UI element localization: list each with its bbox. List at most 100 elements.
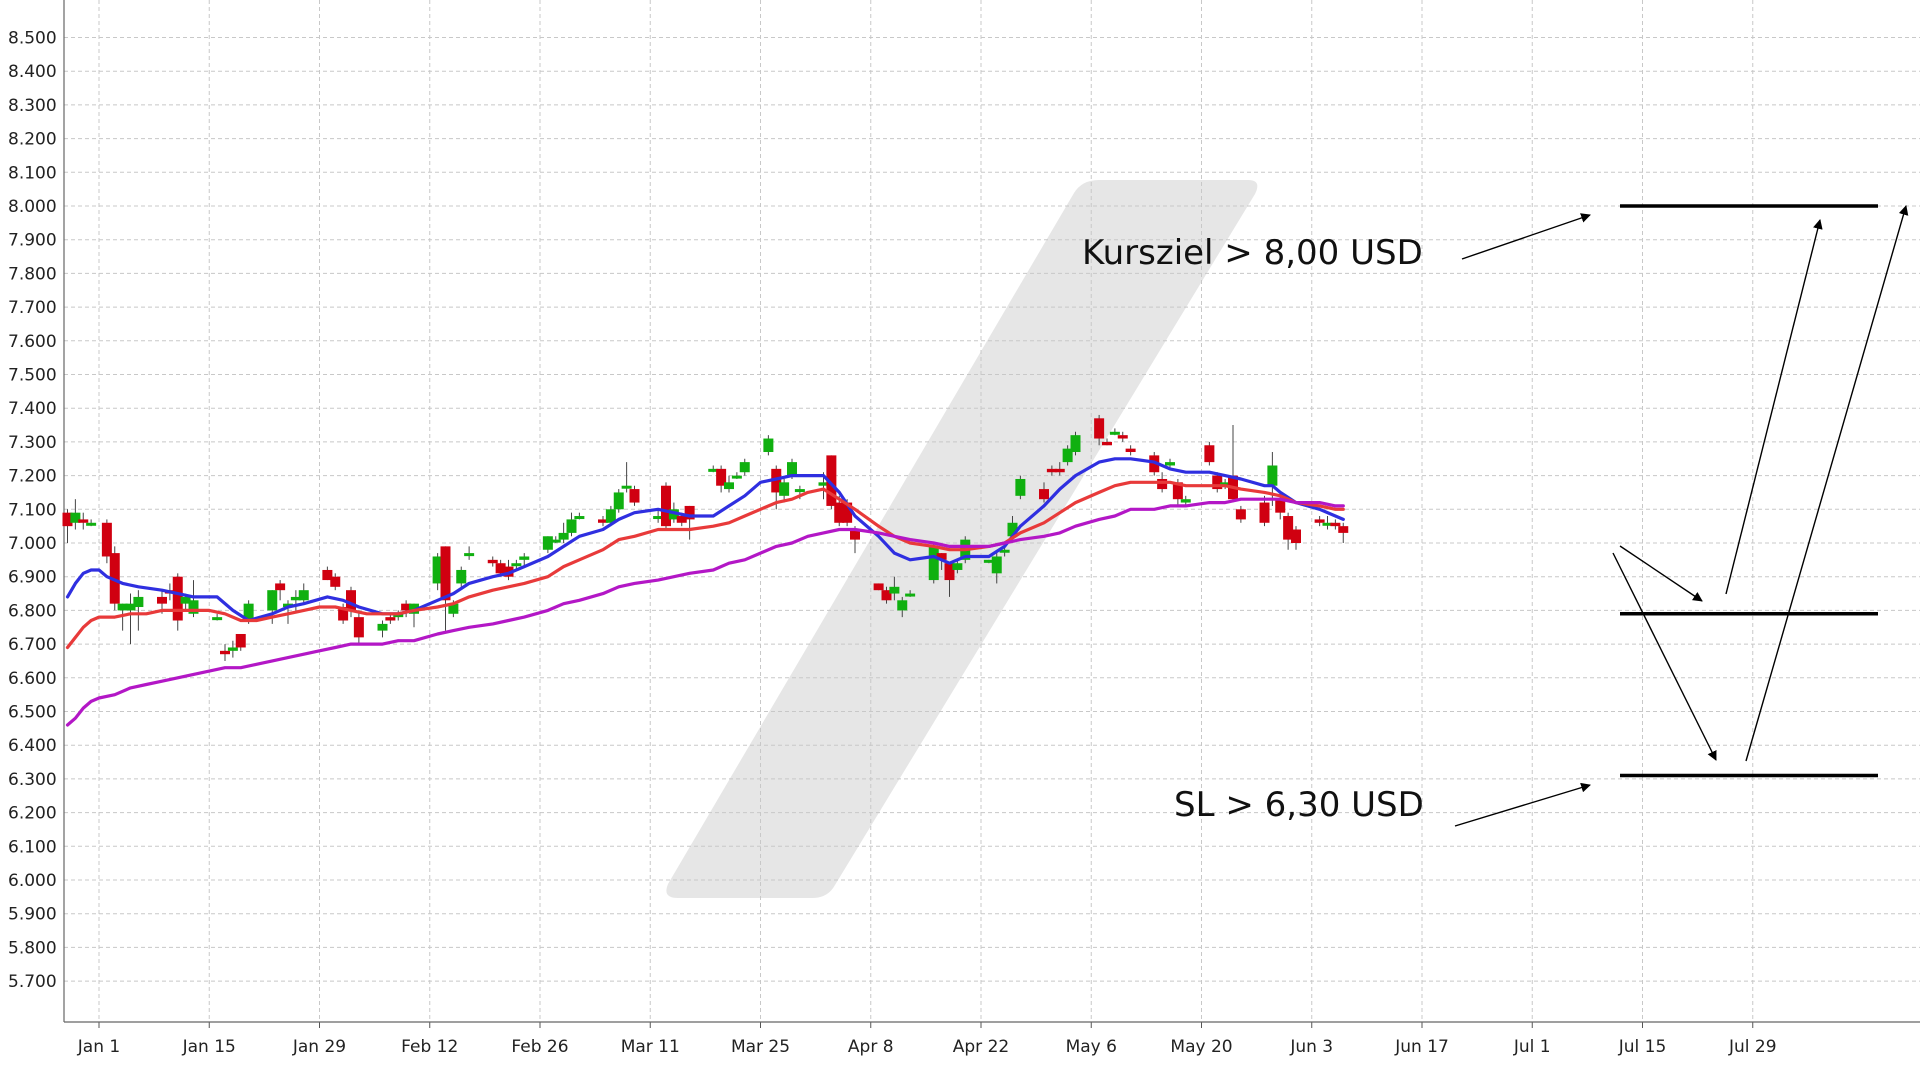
candle-body	[1117, 435, 1128, 439]
y-tick-label: 6.200	[8, 804, 57, 824]
price-level-lines	[1620, 204, 1878, 778]
candle-down	[1125, 445, 1136, 456]
candle-body	[330, 576, 341, 587]
candle-up	[456, 566, 467, 587]
target-label: Kursziel > 8,00 USD	[1082, 233, 1423, 273]
candle-body	[574, 516, 585, 520]
candle-body	[1165, 462, 1175, 466]
candle-down	[629, 485, 640, 506]
y-tick-label: 6.100	[8, 837, 57, 857]
candle-body	[212, 617, 223, 621]
candle-down	[1291, 526, 1301, 550]
x-tick-label: Apr 22	[953, 1037, 1009, 1057]
candle-body	[905, 593, 916, 597]
candle-body	[464, 553, 475, 557]
x-tick-label: Jan 1	[77, 1037, 120, 1057]
candle-body	[440, 546, 451, 601]
arrow-to-target-label	[1461, 213, 1591, 260]
candle-body	[1054, 468, 1065, 473]
price-chart: 5.700 5.800 5.900 6.000 6.100 6.200 6.300 6.400…	[0, 0, 1920, 1080]
candle-body	[731, 475, 742, 479]
candle-body	[1157, 478, 1168, 490]
arrow-mid-to-target	[1725, 219, 1823, 595]
candle-down	[661, 482, 671, 530]
candle-down	[353, 610, 364, 645]
candle-body	[779, 482, 790, 496]
y-tick-label: 8.200	[8, 130, 57, 150]
candle-up	[731, 472, 742, 479]
y-tick-label: 5.700	[8, 972, 57, 992]
y-tick-label: 6.400	[8, 736, 57, 756]
x-tick-label: Feb 12	[401, 1037, 458, 1057]
candle-up	[377, 620, 388, 638]
x-tick-label: Jul 1	[1513, 1037, 1551, 1057]
y-tick-label: 5.800	[8, 938, 57, 958]
y-tick-label: 8.000	[8, 197, 57, 217]
candle-up	[739, 458, 750, 476]
y-tick-label: 7.100	[8, 500, 57, 520]
candle-body	[1291, 529, 1301, 543]
candle-body	[227, 647, 238, 651]
moving-average-lines	[65, 457, 1345, 727]
y-tick-label: 5.900	[8, 905, 57, 925]
x-tick-label: Jul 15	[1618, 1037, 1667, 1057]
candle-up	[298, 583, 309, 604]
candle-body	[157, 596, 167, 604]
candle-body	[235, 633, 246, 648]
candlestick-series	[62, 414, 1349, 661]
x-tick-label: Mar 11	[621, 1037, 680, 1057]
y-tick-label: 6.800	[8, 601, 57, 621]
x-tick-label: Jun 17	[1394, 1037, 1449, 1057]
candle-body	[897, 600, 908, 611]
candle-up	[621, 462, 632, 493]
candle-body	[377, 623, 388, 631]
y-tick-label: 7.500	[8, 366, 57, 386]
x-tick-label: Mar 25	[731, 1037, 790, 1057]
candle-body	[629, 489, 640, 503]
watermark-slash-logo	[666, 180, 1258, 898]
candle-body	[487, 559, 498, 564]
y-tick-label: 6.600	[8, 669, 57, 689]
candle-body	[1259, 502, 1270, 523]
candle-body	[133, 596, 144, 608]
candle-up	[464, 546, 475, 560]
candle-body	[621, 485, 632, 489]
y-tick-label: 7.900	[8, 231, 57, 251]
candle-up	[574, 512, 585, 520]
candle-up	[763, 435, 774, 456]
candle-up	[1015, 475, 1026, 500]
candle-down	[1204, 441, 1215, 466]
arrow-to-stop-level	[1612, 552, 1717, 761]
y-tick-label: 7.700	[8, 298, 57, 318]
candle-body	[952, 563, 963, 570]
y-tick-label: 8.100	[8, 163, 57, 183]
y-tick-label: 7.400	[8, 399, 57, 419]
arrow-stop-to-target	[1745, 205, 1909, 762]
x-tick-label: Feb 26	[511, 1037, 568, 1057]
candle-body	[763, 438, 774, 453]
y-tick-label: 7.000	[8, 534, 57, 554]
y-tick-label: 6.700	[8, 635, 57, 655]
candle-down	[684, 505, 695, 540]
y-tick-label: 7.800	[8, 264, 57, 284]
annotation-arrows	[1454, 205, 1909, 827]
candle-body	[275, 583, 286, 591]
x-tick-label: May 20	[1170, 1037, 1232, 1057]
candle-up	[1070, 431, 1081, 456]
candle-body	[566, 519, 577, 533]
candle-up	[212, 613, 223, 621]
moving-average-line-2	[65, 480, 1345, 650]
candle-body	[739, 462, 750, 473]
candle-body	[991, 556, 1002, 574]
candle-body	[511, 563, 522, 567]
candle-body	[298, 590, 309, 601]
candle-body	[889, 586, 900, 594]
candle-body	[1039, 489, 1049, 500]
candle-down	[220, 644, 230, 661]
candle-body	[558, 532, 569, 540]
candle-body	[456, 569, 467, 584]
y-tick-label: 8.300	[8, 96, 57, 116]
candle-down	[440, 546, 451, 631]
candle-body	[101, 522, 112, 557]
candle-body	[1094, 418, 1105, 439]
